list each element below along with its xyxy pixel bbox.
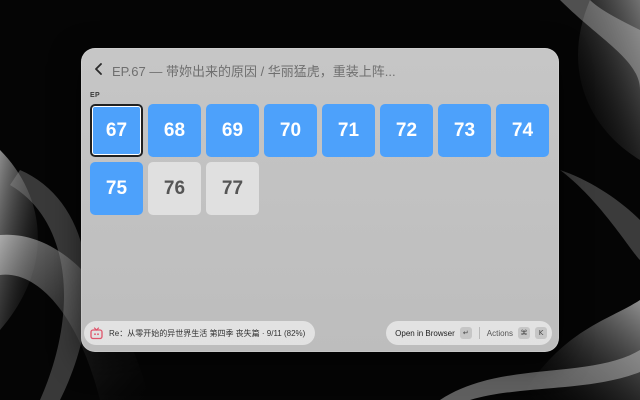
episode-tile[interactable]: 76 xyxy=(148,162,201,215)
episode-grid: 67 68 69 70 71 72 73 74 75 76 77 xyxy=(90,104,549,215)
episode-tile[interactable]: 67 xyxy=(90,104,143,157)
now-playing-text: Re：从零开始的异世界生活 第四季 丧失篇 · 9/11 (82%) xyxy=(109,328,306,338)
footer-bar: Re：从零开始的异世界生活 第四季 丧失篇 · 9/11 (82%) Open … xyxy=(81,314,559,352)
episode-tile[interactable]: 71 xyxy=(322,104,375,157)
page-title: EP.67 — 带妳出来的原因 / 华丽猛虎，重装上阵... xyxy=(112,64,396,79)
episode-tile[interactable]: 68 xyxy=(148,104,201,157)
divider xyxy=(478,327,480,339)
episode-tile[interactable]: 74 xyxy=(496,104,549,157)
open-in-browser-button[interactable]: Open in Browser ↵ xyxy=(395,327,472,339)
back-button[interactable] xyxy=(89,59,109,79)
episodes-section-label: EP xyxy=(90,92,100,99)
k-key-hint: K xyxy=(535,327,547,339)
header: EP.67 — 带妳出来的原因 / 华丽猛虎，重装上阵... xyxy=(81,48,559,90)
episode-tile[interactable]: 72 xyxy=(380,104,433,157)
actions-button[interactable]: Actions xyxy=(487,329,513,338)
command-key-hint: ⌘ xyxy=(518,327,530,339)
open-in-browser-label: Open in Browser xyxy=(395,328,455,338)
actions-pill: Open in Browser ↵ Actions ⌘ K xyxy=(386,321,552,345)
now-playing-pill: Re：从零开始的异世界生活 第四季 丧失篇 · 9/11 (82%) xyxy=(84,321,316,345)
episode-picker-window: EP.67 — 带妳出来的原因 / 华丽猛虎，重装上阵... EP 67 68 … xyxy=(81,48,559,352)
tv-icon xyxy=(90,326,103,339)
episode-tile[interactable]: 73 xyxy=(438,104,491,157)
episode-tile[interactable]: 77 xyxy=(206,162,259,215)
enter-key-hint: ↵ xyxy=(459,327,472,339)
episode-tile[interactable]: 75 xyxy=(90,162,143,215)
episode-tile[interactable]: 70 xyxy=(264,104,317,157)
episode-tile[interactable]: 69 xyxy=(206,104,259,157)
chevron-left-icon xyxy=(95,63,102,75)
